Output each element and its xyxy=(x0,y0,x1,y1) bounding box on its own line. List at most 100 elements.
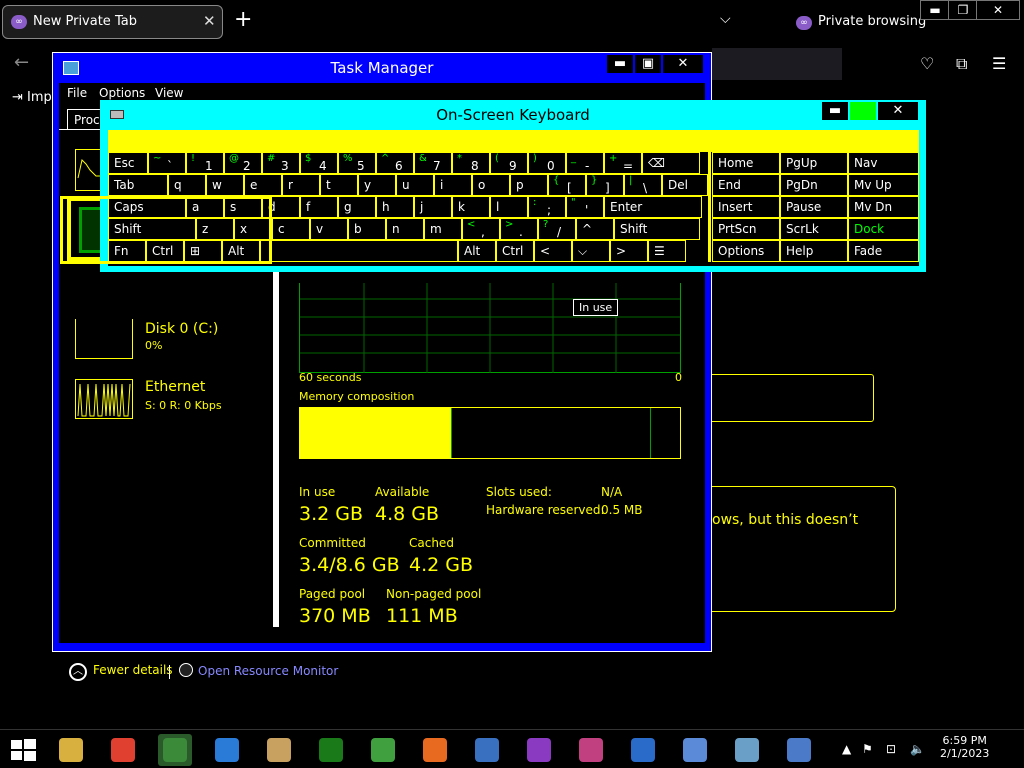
key-k[interactable]: k xyxy=(452,196,490,218)
key-pause[interactable]: Pause xyxy=(780,196,848,218)
key-scrlk[interactable]: ScrLk xyxy=(780,218,848,240)
tab-list-chevron-icon[interactable]: ⌵ xyxy=(720,11,731,27)
menu-view[interactable]: View xyxy=(155,86,183,100)
new-tab-button[interactable]: + xyxy=(234,9,252,31)
key-m[interactable]: m xyxy=(424,218,462,240)
osk-close-button[interactable]: ✕ xyxy=(878,102,918,120)
key-r[interactable]: r xyxy=(282,174,320,196)
menu-file[interactable]: File xyxy=(67,86,87,100)
key-home[interactable]: Home xyxy=(712,152,780,174)
menu-options[interactable]: Options xyxy=(99,86,145,100)
key-mv-up[interactable]: Mv Up xyxy=(848,174,919,196)
clock[interactable]: 6:59 PM 2/1/2023 xyxy=(940,734,989,760)
key-q[interactable]: q xyxy=(168,174,206,196)
browser-restore-button[interactable]: ❐ xyxy=(948,0,978,20)
key-y[interactable]: y xyxy=(358,174,396,196)
key-1[interactable]: ! 1 xyxy=(186,152,224,174)
osk-minimize-button[interactable]: ▬ xyxy=(822,102,848,120)
tab-close-icon[interactable]: ✕ xyxy=(203,12,216,30)
open-resource-monitor-link[interactable]: Open Resource Monitor xyxy=(179,663,338,678)
file-explorer-icon[interactable] xyxy=(54,734,88,766)
network-icon[interactable] xyxy=(730,734,764,766)
task-manager-titlebar[interactable]: Task Manager ▬ ▣ ✕ xyxy=(53,53,711,83)
close-button[interactable]: ✕ xyxy=(663,55,703,73)
minimize-button[interactable]: ▬ xyxy=(607,55,633,73)
key-2335[interactable]: ⌵ xyxy=(572,240,610,262)
key-5b[interactable]: {[ xyxy=(548,174,586,196)
key-fade[interactable]: Fade xyxy=(848,240,919,262)
key-tab[interactable]: Tab xyxy=(108,174,168,196)
back-arrow-icon[interactable]: ← xyxy=(14,52,29,73)
key-pgup[interactable]: PgUp xyxy=(780,152,848,174)
fewer-details-button[interactable]: ︿ Fewer details xyxy=(69,663,173,681)
key-nav[interactable]: Nav xyxy=(848,152,919,174)
key-o[interactable]: o xyxy=(472,174,510,196)
key-2c[interactable]: <, xyxy=(462,218,500,240)
key-3d[interactable]: + = xyxy=(604,152,642,174)
key-5[interactable]: % 5 xyxy=(338,152,376,174)
download-manager-icon[interactable] xyxy=(366,734,400,766)
key-5c[interactable]: | \ xyxy=(624,174,662,196)
key-options[interactable]: Options xyxy=(712,240,780,262)
page-input-box[interactable] xyxy=(706,374,874,422)
key-help[interactable]: Help xyxy=(780,240,848,262)
network-tray-icon[interactable]: ⊡ xyxy=(886,742,896,756)
paint-icon[interactable] xyxy=(262,734,296,766)
key-9[interactable]: (9 xyxy=(490,152,528,174)
key-i[interactable]: i xyxy=(434,174,472,196)
browser-close-button[interactable]: ✕ xyxy=(976,0,1020,20)
key-5d[interactable]: }] xyxy=(586,174,624,196)
key-3e[interactable]: > xyxy=(610,240,648,262)
key-prtscn[interactable]: PrtScn xyxy=(712,218,780,240)
key-u[interactable]: u xyxy=(396,174,434,196)
internet-explorer-icon[interactable] xyxy=(210,734,244,766)
firefox-icon[interactable] xyxy=(418,734,452,766)
maximize-button[interactable]: ▣ xyxy=(635,55,661,73)
key-space[interactable] xyxy=(260,240,458,262)
key-g[interactable]: g xyxy=(338,196,376,218)
key-end[interactable]: End xyxy=(712,174,780,196)
key-27[interactable]: " ' xyxy=(566,196,604,218)
camera-icon[interactable] xyxy=(574,734,608,766)
key-esc[interactable]: Esc xyxy=(108,152,148,174)
task-manager-icon[interactable] xyxy=(158,734,192,766)
key-3[interactable]: #3 xyxy=(262,152,300,174)
menu-hamburger-icon[interactable]: ☰ xyxy=(992,54,1006,73)
key-n[interactable]: n xyxy=(386,218,424,240)
key-ctrl[interactable]: Ctrl xyxy=(496,240,534,262)
key-v[interactable]: v xyxy=(310,218,348,240)
key-c[interactable]: c xyxy=(272,218,310,240)
key-4[interactable]: $4 xyxy=(300,152,338,174)
disk-graph-thumbnail[interactable] xyxy=(75,319,133,359)
action-center-flag-icon[interactable]: ⚑ xyxy=(862,742,873,756)
key-232b[interactable]: ⌫ xyxy=(642,152,700,174)
key-e[interactable]: e xyxy=(244,174,282,196)
browser-tab-active[interactable]: ∞ New Private Tab ✕ xyxy=(2,5,223,39)
volume-icon[interactable]: 🔈 xyxy=(910,742,925,756)
extensions-icon[interactable]: ⧉ xyxy=(956,54,967,74)
key-5e[interactable]: ^ xyxy=(576,218,614,240)
key-insert[interactable]: Insert xyxy=(712,196,780,218)
key-dock[interactable]: Dock xyxy=(848,218,919,240)
pocket-icon[interactable]: ♡ xyxy=(920,54,934,73)
key-l[interactable]: l xyxy=(490,196,528,218)
calculator-icon[interactable] xyxy=(678,734,712,766)
chrome-icon[interactable] xyxy=(106,734,140,766)
key-del[interactable]: Del xyxy=(662,174,708,196)
key-7[interactable]: & 7 xyxy=(414,152,452,174)
key-h[interactable]: h xyxy=(376,196,414,218)
control-panel-icon[interactable] xyxy=(470,734,504,766)
key-alt[interactable]: Alt xyxy=(458,240,496,262)
ethernet-graph-thumbnail[interactable] xyxy=(75,379,133,419)
key-mv-dn[interactable]: Mv Dn xyxy=(848,196,919,218)
key-8[interactable]: * 8 xyxy=(452,152,490,174)
key-2f[interactable]: ? / xyxy=(538,218,576,240)
key-0[interactable]: ) 0 xyxy=(528,152,566,174)
key-2[interactable]: @2 xyxy=(224,152,262,174)
key-6[interactable]: ^ 6 xyxy=(376,152,414,174)
import-bookmarks-button[interactable]: ⇥ Imp xyxy=(12,90,52,105)
key-enter[interactable]: Enter xyxy=(604,196,702,218)
key-pgdn[interactable]: PgDn xyxy=(780,174,848,196)
key-3b[interactable]: :; xyxy=(528,196,566,218)
key-w[interactable]: w xyxy=(206,174,244,196)
